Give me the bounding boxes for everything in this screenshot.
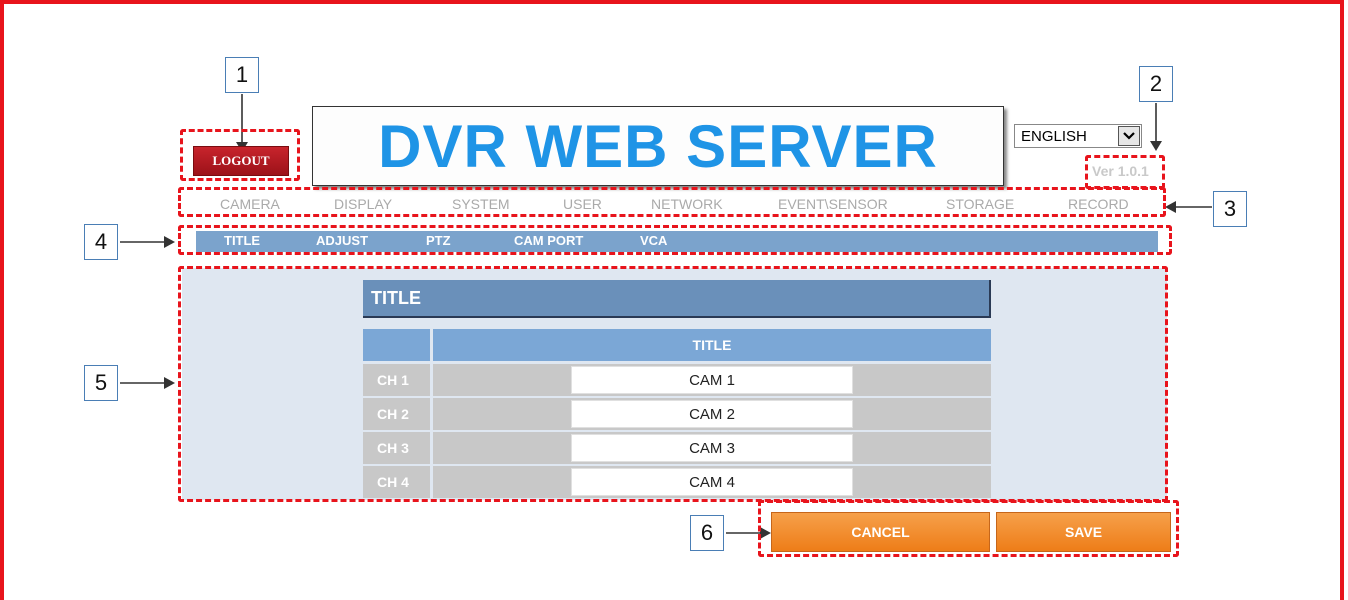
callout-6: 6 [690, 515, 724, 551]
annotation-region-3 [178, 187, 1166, 217]
annotation-region-4 [178, 225, 1172, 255]
chevron-down-icon[interactable] [1118, 126, 1140, 146]
callout-1: 1 [225, 57, 259, 93]
callout-4: 4 [84, 224, 118, 260]
arrow-4 [120, 236, 175, 248]
annotation-region-2 [1085, 155, 1165, 189]
annotation-region-5 [178, 266, 1168, 502]
arrow-3 [1165, 201, 1212, 213]
arrow-5 [120, 377, 175, 389]
language-select[interactable]: ENGLISH [1014, 124, 1142, 148]
callout-5: 5 [84, 365, 118, 401]
language-value: ENGLISH [1021, 127, 1087, 145]
banner-title: DVR WEB SERVER [312, 106, 1004, 186]
annotation-region-1 [180, 129, 300, 181]
arrow-2 [1150, 103, 1162, 151]
callout-3: 3 [1213, 191, 1247, 227]
callout-2: 2 [1139, 66, 1173, 102]
annotation-region-6 [758, 500, 1179, 557]
